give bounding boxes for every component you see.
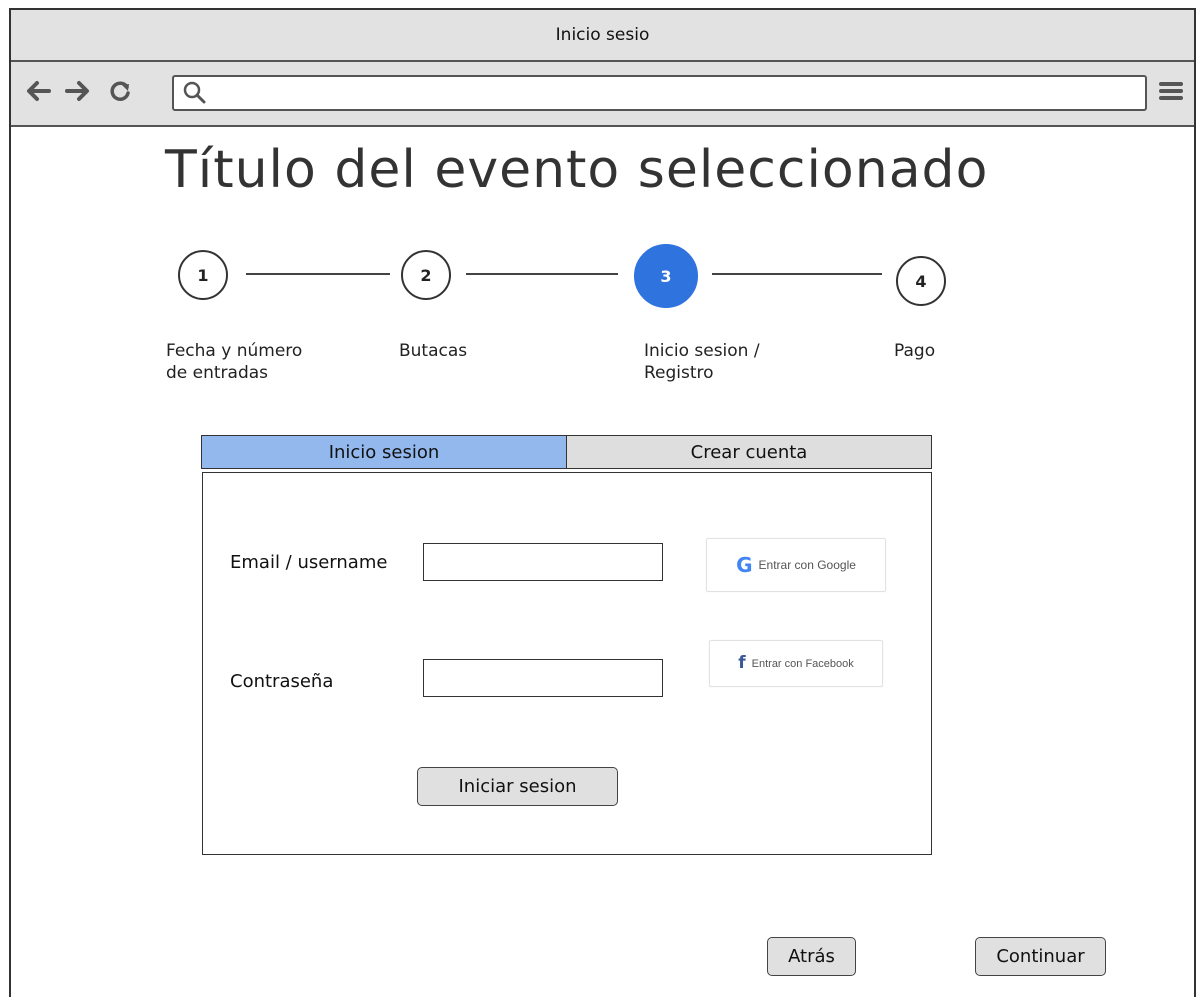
email-field[interactable] <box>423 543 663 581</box>
tab-inicio-sesion[interactable]: Inicio sesion <box>202 436 567 468</box>
step-label-line: Registro <box>644 363 714 383</box>
password-field[interactable] <box>423 659 663 697</box>
step-1-label: Fecha y número de entradas <box>166 340 386 384</box>
auth-tabs: Inicio sesion Crear cuenta <box>201 435 932 469</box>
facebook-icon: f <box>738 653 746 673</box>
step-label-line: Pago <box>894 341 936 361</box>
arrow-right-icon[interactable] <box>63 76 93 106</box>
reload-icon[interactable] <box>105 76 135 106</box>
step-connector <box>246 273 390 275</box>
arrow-left-icon[interactable] <box>23 76 53 106</box>
step-number: 3 <box>660 266 672 286</box>
step-3-circle[interactable]: 3 <box>634 244 698 308</box>
hamburger-menu-icon[interactable] <box>1157 76 1185 106</box>
search-icon <box>182 80 208 110</box>
google-login-button[interactable]: G Entrar con Google <box>706 538 886 592</box>
url-input[interactable] <box>172 75 1147 111</box>
window-titlebar: Inicio sesio <box>11 10 1194 62</box>
back-button[interactable]: Atrás <box>767 937 856 976</box>
step-label-line: de entradas <box>166 363 269 383</box>
login-panel: Email / username Contraseña G Entrar con… <box>202 472 932 855</box>
step-3-label: Inicio sesion / Registro <box>644 340 864 384</box>
step-connector <box>466 273 618 275</box>
continue-button[interactable]: Continuar <box>975 937 1106 976</box>
step-number: 2 <box>420 265 432 285</box>
browser-toolbar <box>11 62 1194 127</box>
step-label-line: Fecha y número <box>166 341 303 361</box>
step-number: 1 <box>197 265 209 285</box>
step-connector <box>712 273 882 275</box>
page-title: Título del evento seleccionado <box>165 140 989 200</box>
step-2-label: Butacas <box>399 340 619 362</box>
iniciar-sesion-button[interactable]: Iniciar sesion <box>417 767 618 806</box>
facebook-login-label: Entrar con Facebook <box>751 657 854 670</box>
facebook-login-button[interactable]: f Entrar con Facebook <box>709 640 883 687</box>
step-1-circle[interactable]: 1 <box>178 250 228 300</box>
step-2-circle[interactable]: 2 <box>401 250 451 300</box>
google-login-label: Entrar con Google <box>758 558 856 572</box>
tab-crear-cuenta[interactable]: Crear cuenta <box>567 436 931 468</box>
password-label: Contraseña <box>230 671 334 692</box>
step-number: 4 <box>915 271 927 291</box>
window-title: Inicio sesio <box>555 25 650 45</box>
email-label: Email / username <box>230 552 388 573</box>
step-4-circle[interactable]: 4 <box>896 256 946 306</box>
step-label-line: Butacas <box>399 341 468 361</box>
step-label-line: Inicio sesion / <box>644 341 760 361</box>
step-4-label: Pago <box>894 340 1114 362</box>
google-icon: G <box>736 553 753 577</box>
